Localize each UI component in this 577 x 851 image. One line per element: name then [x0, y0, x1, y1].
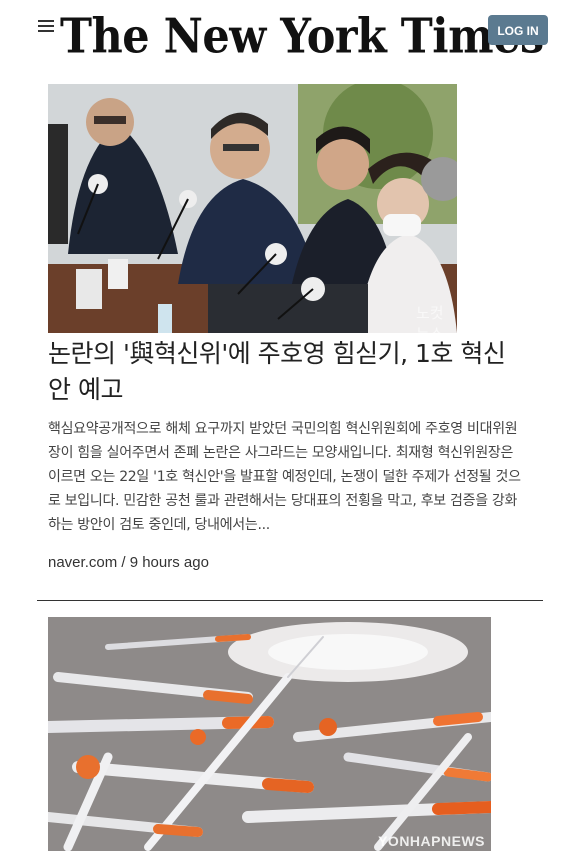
syringes-image [48, 617, 491, 851]
nyt-logo[interactable]: The New York Times [60, 0, 544, 74]
top-header: The New York Times LOG IN [0, 0, 577, 80]
article-photo[interactable]: YONHAPNEWS [48, 617, 491, 851]
photo-watermark: YONHAPNEWS [378, 833, 485, 849]
press-conference-image [48, 84, 457, 333]
photo-watermark: 노컷뉴스 [416, 304, 444, 333]
article-divider [37, 600, 543, 601]
article-summary: 핵심요약공개적으로 해체 요구까지 받았던 국민의힘 혁신위원회에 주호영 비대… [48, 421, 521, 533]
article-photo[interactable]: 노컷뉴스 [48, 84, 457, 333]
article-source: naver.com / 9 hours ago [48, 554, 209, 571]
hamburger-menu-icon[interactable] [38, 20, 54, 36]
article-headline[interactable]: 논란의 '與혁신위'에 주호영 힘싣기, 1호 혁신안 예고 [48, 336, 518, 408]
article-card[interactable]: 노컷뉴스 논란의 '與혁신위'에 주호영 힘싣기, 1호 혁신안 예고 핵심요약… [48, 84, 521, 571]
article-card[interactable]: YONHAPNEWS [48, 617, 491, 851]
login-button[interactable]: LOG IN [488, 15, 548, 45]
